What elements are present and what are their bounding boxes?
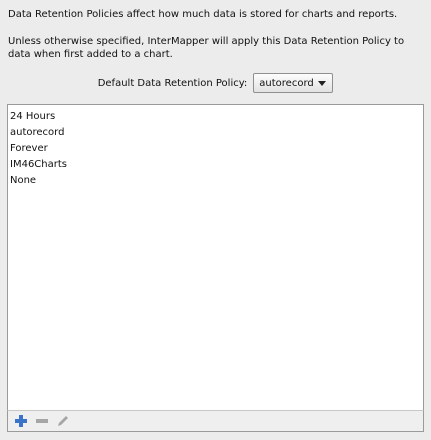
list-item[interactable]: autorecord (8, 125, 423, 141)
add-policy-button[interactable] (11, 412, 31, 430)
remove-policy-button[interactable] (32, 412, 52, 430)
intro-line-1: Data Retention Policies affect how much … (8, 9, 398, 20)
default-policy-select[interactable]: autorecord (253, 73, 334, 93)
default-policy-row: Default Data Retention Policy: autorecor… (0, 72, 431, 94)
list-item[interactable]: None (8, 173, 423, 189)
policy-list[interactable]: 24 Hours autorecord Forever IM46Charts N… (7, 104, 424, 411)
list-item[interactable]: Forever (8, 141, 423, 157)
list-item[interactable]: IM46Charts (8, 157, 423, 173)
intro-text: Data Retention Policies affect how much … (8, 8, 424, 61)
minus-icon (36, 419, 48, 423)
list-toolbar (7, 410, 424, 432)
edit-policy-button[interactable] (53, 412, 73, 430)
list-item[interactable]: 24 Hours (8, 109, 423, 125)
pencil-icon (58, 416, 68, 426)
chevron-down-icon (318, 80, 327, 86)
intro-line-2: Unless otherwise specified, InterMapper … (8, 36, 405, 60)
default-policy-value: autorecord (259, 77, 314, 89)
default-policy-label: Default Data Retention Policy: (97, 77, 248, 89)
plus-icon (15, 415, 27, 427)
